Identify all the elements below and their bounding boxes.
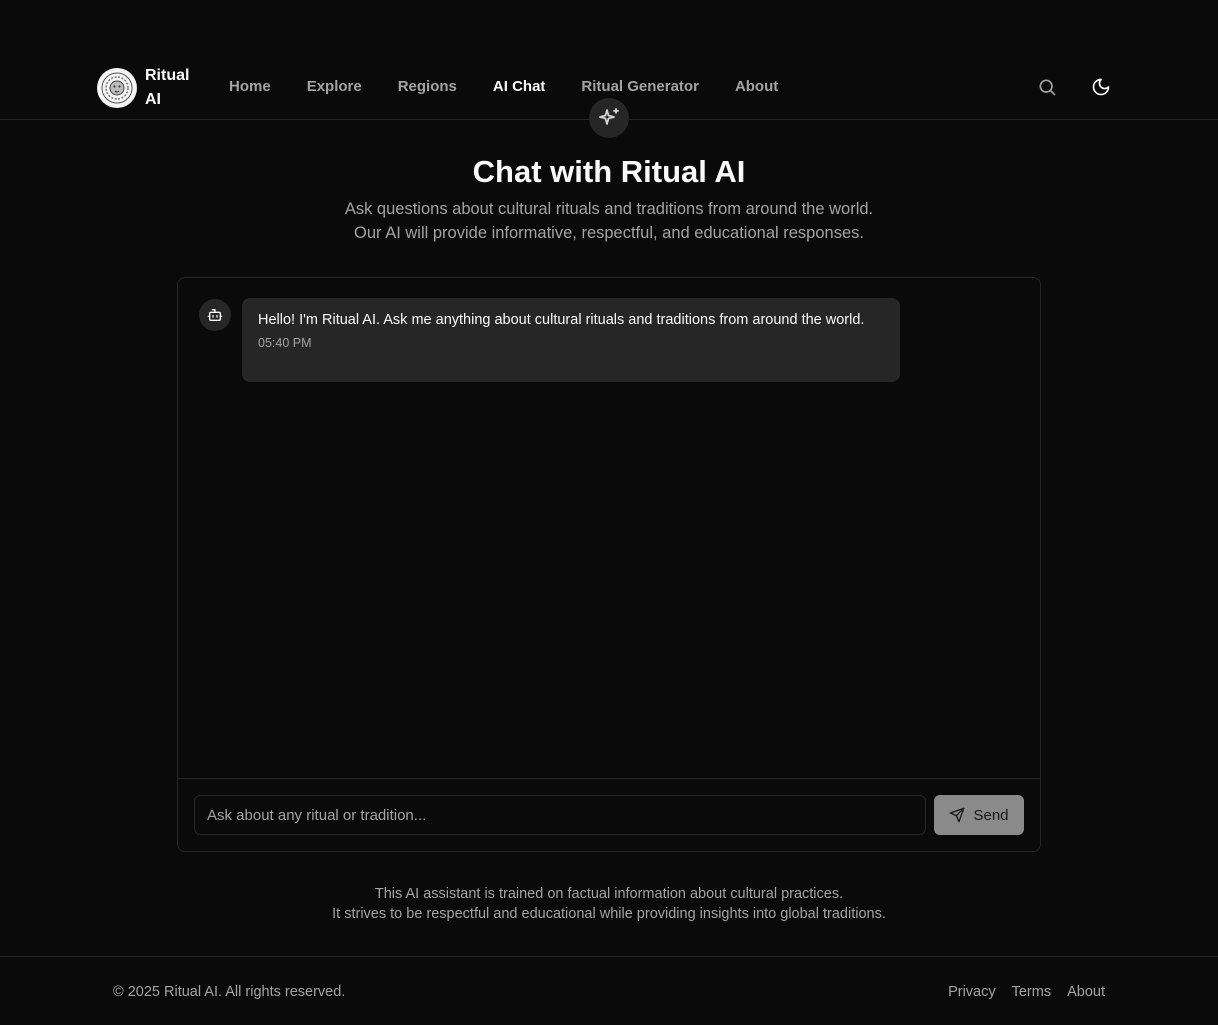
footer-links: Privacy Terms About (948, 982, 1105, 1002)
search-icon[interactable] (1034, 74, 1060, 100)
moon-icon[interactable] (1088, 74, 1114, 100)
chat-panel: Hello! I'm Ritual AI. Ask me anything ab… (177, 277, 1041, 852)
nav-item-about[interactable]: About (735, 76, 778, 98)
message-text: Hello! I'm Ritual AI. Ask me anything ab… (258, 312, 865, 328)
ai-disclaimer: This AI assistant is trained on factual … (0, 884, 1218, 924)
page-subtitle: Ask questions about cultural rituals and… (0, 197, 1218, 245)
disclaimer-line: It strives to be respectful and educatio… (332, 906, 886, 922)
footer-link-about[interactable]: About (1067, 982, 1105, 1002)
subtitle-line: Our AI will provide informative, respect… (354, 224, 864, 242)
send-label: Send (973, 806, 1009, 824)
footer-link-terms[interactable]: Terms (1012, 982, 1051, 1002)
nav-item-ai-chat[interactable]: AI Chat (493, 76, 546, 98)
footer-link-privacy[interactable]: Privacy (948, 982, 996, 1002)
chat-input-bar: Send (178, 778, 1040, 851)
nav-item-regions[interactable]: Regions (398, 76, 457, 98)
nav-item-home[interactable]: Home (229, 76, 271, 98)
message-timestamp: 05:40 PM (258, 336, 312, 350)
nav-item-explore[interactable]: Explore (307, 76, 362, 98)
chat-input[interactable] (194, 795, 926, 835)
bot-message-bubble: Hello! I'm Ritual AI. Ask me anything ab… (242, 298, 900, 382)
main-nav: Home Explore Regions AI Chat Ritual Gene… (229, 76, 814, 98)
disclaimer-line: This AI assistant is trained on factual … (374, 886, 844, 902)
copyright-text: © 2025 Ritual AI. All rights reserved. (113, 984, 346, 1000)
sparkles-icon (589, 98, 629, 138)
send-button[interactable]: Send (934, 795, 1024, 835)
subtitle-line: Ask questions about cultural rituals and… (344, 200, 874, 218)
bot-icon (199, 299, 231, 331)
brand-logo-link[interactable]: Ritual AI (97, 64, 195, 112)
page-title: Chat with Ritual AI (472, 154, 746, 189)
lion-emblem-icon (97, 68, 137, 108)
site-footer: © 2025 Ritual AI. All rights reserved. P… (0, 956, 1218, 1025)
send-icon (950, 807, 965, 823)
nav-item-ritual-generator[interactable]: Ritual Generator (581, 76, 699, 98)
brand-name: Ritual AI (145, 67, 190, 108)
